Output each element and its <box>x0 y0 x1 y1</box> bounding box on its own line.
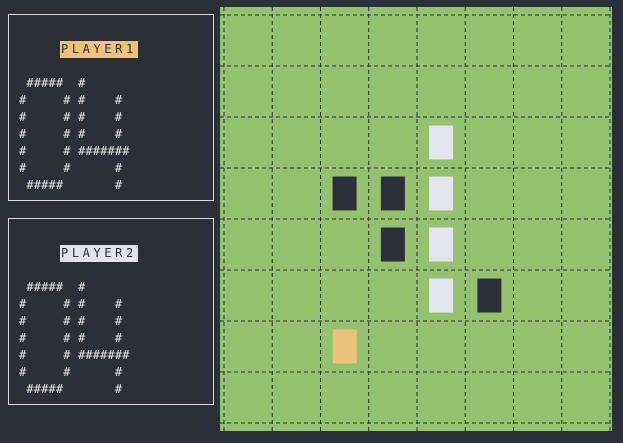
dark-piece <box>477 278 502 313</box>
player1-score: ##### # # # # # # # # # # # # # # # ####… <box>19 76 130 192</box>
light-piece <box>429 125 454 160</box>
light-piece <box>429 176 454 211</box>
player2-score: ##### # # # # # # # # # # # # # # # ####… <box>19 280 130 396</box>
light-piece <box>429 227 454 262</box>
player2-score-panel: PLAYER2 ##### # # # # # # # # # # # # # … <box>8 218 214 405</box>
player1-score-panel: PLAYER1 ##### # # # # # # # # # # # # # … <box>8 14 214 201</box>
player1-label: PLAYER1 <box>60 41 138 58</box>
player2-label: PLAYER2 <box>60 245 138 262</box>
dark-piece <box>332 176 357 211</box>
dark-piece <box>380 176 405 211</box>
light-piece <box>429 278 454 313</box>
game-board[interactable] <box>220 7 612 431</box>
board-grid[interactable] <box>220 7 612 431</box>
board-cursor[interactable] <box>332 329 357 364</box>
dark-piece <box>380 227 405 262</box>
